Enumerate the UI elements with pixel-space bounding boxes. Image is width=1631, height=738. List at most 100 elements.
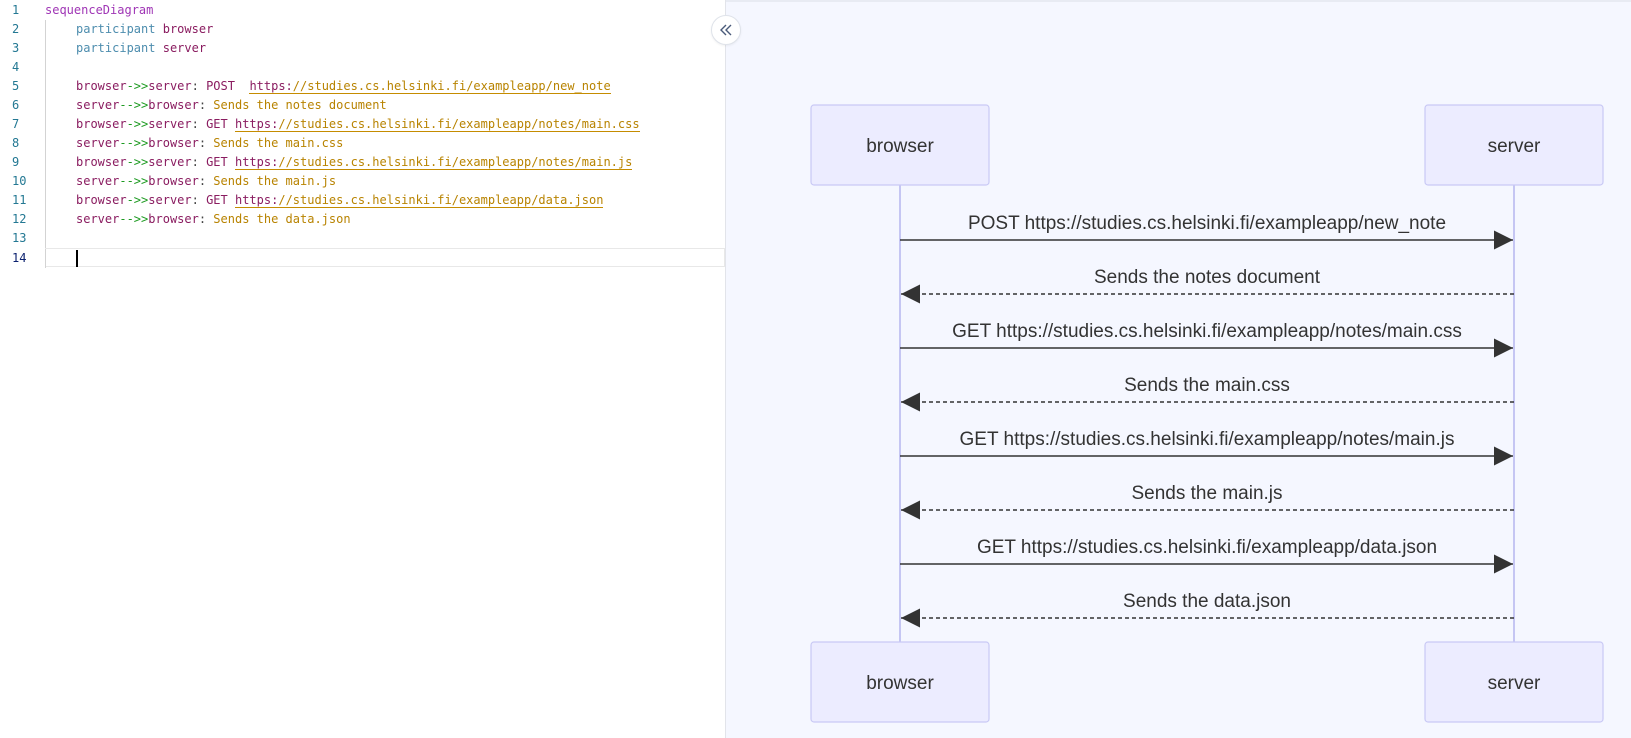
message-from: server: [76, 98, 120, 112]
line-number: 1: [12, 3, 20, 17]
code-text: browser->>server: GET https://studies.cs…: [45, 153, 633, 172]
diagram-preview: browser browser server server POST https://s…: [726, 0, 1631, 738]
code-line[interactable]: 12 server-->>browser: Sends the data.json: [0, 210, 725, 229]
indent-guide: [45, 229, 46, 248]
message-arrow: -->>: [119, 174, 149, 188]
url-link[interactable]: https://studies.cs.helsinki.fi/exampleap…: [234, 155, 633, 170]
message-to: server: [148, 79, 192, 93]
http-verb: GET: [206, 155, 235, 169]
code-line[interactable]: 7 browser->>server: GET https://studies.c…: [0, 115, 725, 134]
message-to: browser: [148, 136, 199, 150]
url-path: //studies.cs.helsinki.fi/exampleapp/new_…: [292, 79, 611, 93]
line-number: 3: [12, 41, 20, 55]
collapse-editor-button[interactable]: [711, 15, 741, 45]
url-link[interactable]: https://studies.cs.helsinki.fi/exampleap…: [234, 193, 604, 208]
code-line[interactable]: 13: [0, 229, 725, 248]
message-label: Sends the data.json: [1123, 591, 1291, 612]
actor-label-browser: browser: [866, 673, 934, 694]
message-arrow: -->>: [119, 98, 149, 112]
url-path: //studies.cs.helsinki.fi/exampleapp/data…: [278, 193, 604, 207]
http-verb: POST: [206, 79, 250, 93]
participant-keyword: participant: [76, 41, 156, 55]
message-from: server: [76, 212, 120, 226]
message-label: GET https://studies.cs.helsinki.fi/examp…: [952, 321, 1462, 342]
line-number: 12: [12, 212, 27, 226]
url-link[interactable]: https://studies.cs.helsinki.fi/exampleap…: [234, 117, 640, 132]
line-number: 8: [12, 136, 20, 150]
url-scheme: https:: [234, 155, 279, 169]
code-line[interactable]: 14: [12, 248, 725, 268]
message-colon: :: [198, 98, 214, 112]
message-colon: :: [198, 174, 214, 188]
message-from: server: [76, 136, 120, 150]
code-text: participant browser: [45, 20, 213, 39]
line-number: 11: [12, 193, 27, 207]
message-to: server: [148, 193, 192, 207]
line-number: 5: [12, 79, 20, 93]
line-number: 2: [12, 22, 20, 36]
actor-label-server: server: [1488, 673, 1541, 694]
message-label: POST https://studies.cs.helsinki.fi/exam…: [968, 213, 1446, 234]
participant-name: server: [162, 41, 207, 55]
message-to: server: [148, 155, 192, 169]
line-number: 9: [12, 155, 20, 169]
message-from: browser: [76, 117, 127, 131]
line-number: 6: [12, 98, 20, 112]
message-colon: :: [198, 136, 214, 150]
message-colon: :: [198, 212, 214, 226]
message-to: browser: [148, 98, 199, 112]
participant-name: browser: [162, 22, 214, 36]
code-line[interactable]: 11 browser->>server: GET https://studies.…: [0, 191, 725, 210]
http-verb: GET: [206, 193, 235, 207]
message-colon: :: [191, 79, 207, 93]
line-number: 14: [12, 251, 27, 265]
message-text: Sends the main.css: [213, 136, 344, 150]
message-to: browser: [148, 212, 199, 226]
message-arrow: -->>: [119, 136, 149, 150]
code-text: browser->>server: GET https://studies.cs…: [45, 191, 604, 210]
code-text: server-->>browser: Sends the data.json: [45, 210, 351, 229]
message-to: server: [148, 117, 192, 131]
message-text: Sends the data.json: [213, 212, 351, 226]
actor-label-browser: browser: [866, 136, 934, 157]
code-line[interactable]: 10 server-->>browser: Sends the main.js: [0, 172, 725, 191]
url-path: //studies.cs.helsinki.fi/exampleapp/note…: [278, 117, 640, 131]
code-text: participant server: [45, 39, 206, 58]
actor-label-server: server: [1488, 136, 1541, 157]
message-arrow: ->>: [126, 155, 149, 169]
message-from: server: [76, 174, 120, 188]
line-number: 7: [12, 117, 20, 131]
message-arrow: ->>: [126, 117, 149, 131]
url-link[interactable]: https://studies.cs.helsinki.fi/exampleap…: [249, 79, 611, 94]
http-verb: GET: [206, 117, 235, 131]
code-line[interactable]: 4: [0, 58, 725, 77]
message-label: Sends the notes document: [1094, 267, 1321, 288]
text-cursor: [76, 250, 78, 267]
code-text: server-->>browser: Sends the notes docum…: [45, 96, 387, 115]
message-text: Sends the notes document: [213, 98, 387, 112]
code-line[interactable]: 9 browser->>server: GET https://studies.c…: [0, 153, 725, 172]
code-text: browser->>server: POST https://studies.c…: [45, 77, 611, 96]
message-label: Sends the main.js: [1131, 483, 1282, 504]
code-text: browser->>server: GET https://studies.cs…: [45, 115, 640, 134]
line-number: 10: [12, 174, 27, 188]
url-scheme: https:: [234, 193, 279, 207]
code-line[interactable]: 8 server-->>browser: Sends the main.css: [0, 134, 725, 153]
url-scheme: https:: [249, 79, 293, 93]
message-arrow: ->>: [126, 79, 149, 93]
message-arrow: ->>: [126, 193, 149, 207]
code-line[interactable]: 6 server-->>browser: Sends the notes docu…: [0, 96, 725, 115]
code-editor[interactable]: 1 sequenceDiagram 2 participant browser 3 par…: [0, 0, 726, 738]
double-chevron-left-icon: [720, 24, 732, 36]
message-from: browser: [76, 193, 127, 207]
code-line[interactable]: 5 browser->>server: POST https://studies.…: [0, 77, 725, 96]
line-number: 13: [12, 231, 27, 245]
code-line[interactable]: 2 participant browser: [0, 20, 725, 39]
message-colon: :: [191, 155, 207, 169]
message-from: browser: [76, 79, 127, 93]
code-line[interactable]: 1 sequenceDiagram: [0, 1, 725, 20]
url-path: //studies.cs.helsinki.fi/exampleapp/note…: [278, 155, 633, 169]
code-line[interactable]: 3 participant server: [0, 39, 725, 58]
message-label: GET https://studies.cs.helsinki.fi/examp…: [977, 537, 1437, 558]
code-text: server-->>browser: Sends the main.js: [45, 172, 336, 191]
